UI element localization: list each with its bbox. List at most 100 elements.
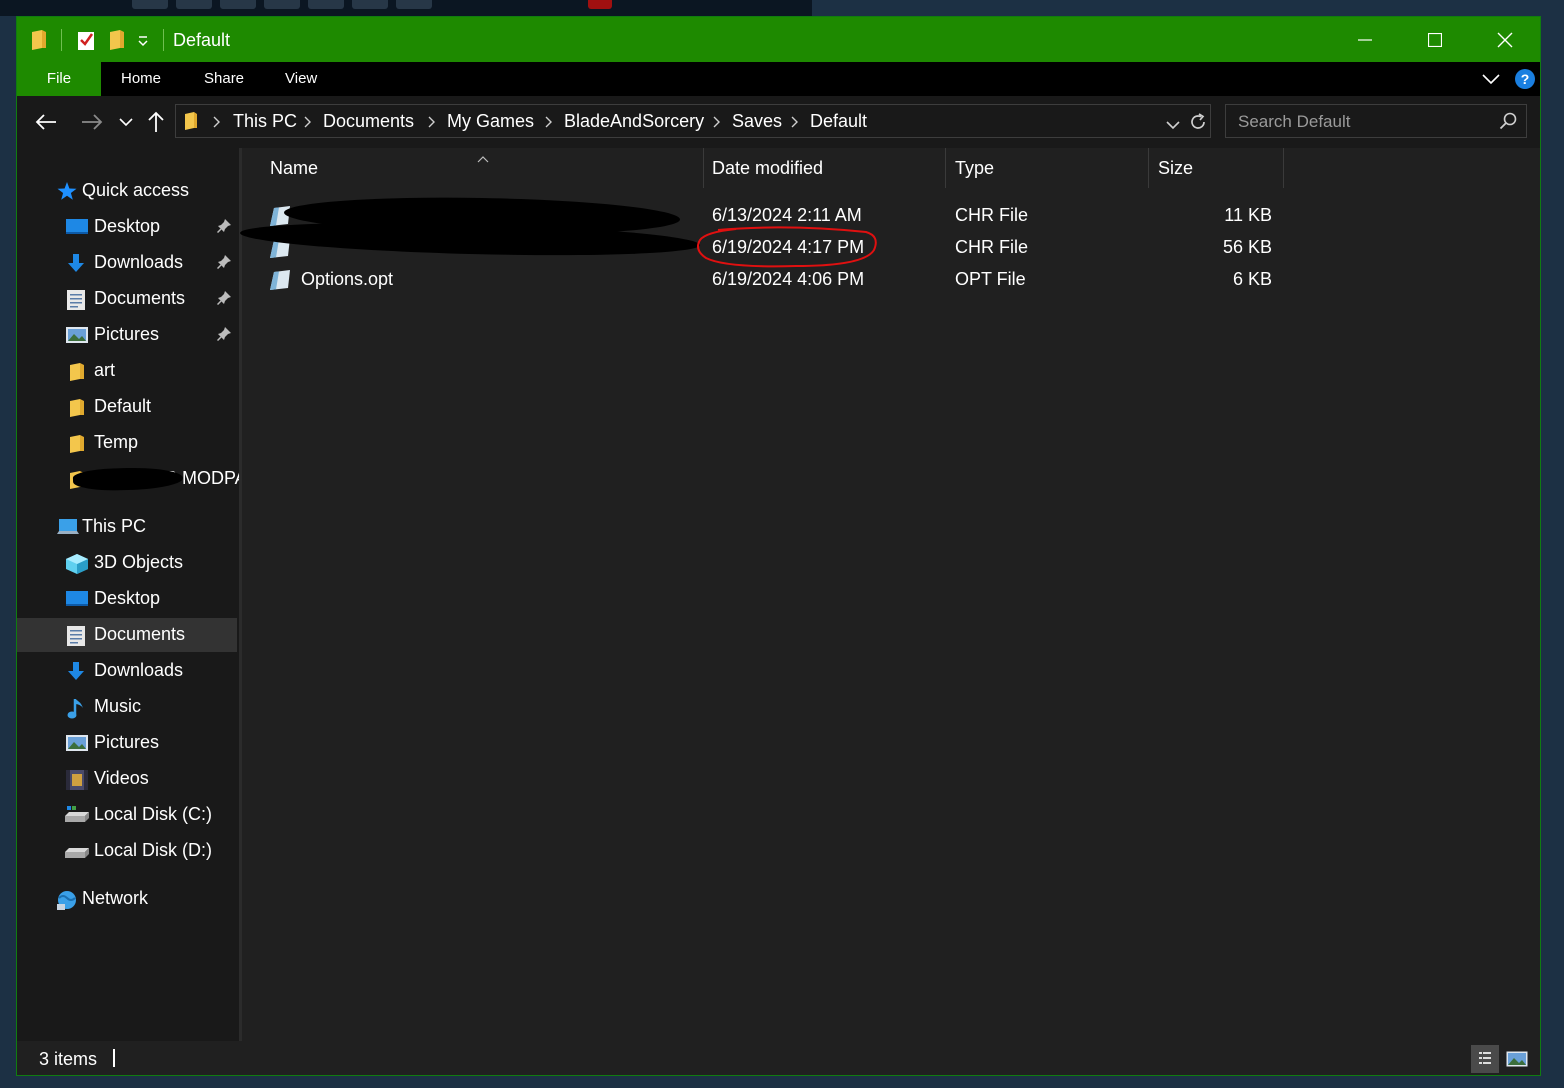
file-icon [270,270,292,295]
explorer-window: Default File Home Share View ? This PC D… [16,16,1541,1076]
window-title: Default [173,30,231,50]
nav-item-label: art [94,360,116,380]
breadcrumb-default[interactable]: Default [810,111,867,132]
navigation-pane: Quick access Desktop Downloads Documents… [17,148,247,1041]
column-divider[interactable] [1283,148,1284,188]
nav-qa-documents[interactable]: Documents [17,282,237,316]
file-row[interactable]: Options.opt 6/19/2024 4:06 PM OPT File 6… [242,264,1302,296]
search-input[interactable] [1236,110,1495,134]
address-bar[interactable]: This PC Documents My Games BladeAndSorce… [175,104,1211,138]
nav-qa-default[interactable]: Default [17,390,237,424]
title-bar: Default [17,17,1540,62]
nav-item-label: Documents [94,288,186,308]
details-view-button[interactable] [1471,1045,1499,1073]
file-size: 6 KB [1232,269,1272,289]
expand-ribbon-icon[interactable] [1481,72,1501,91]
drive-d-icon [65,842,89,860]
back-button[interactable] [30,106,62,138]
column-divider[interactable] [945,148,946,188]
search-icon[interactable] [1499,112,1517,135]
nav-item-label: Music [94,696,142,716]
3d-objects-icon [66,554,88,574]
nav-item-label: Default [94,396,152,416]
chevron-right-icon[interactable] [712,115,720,133]
nav-item-label: Local Disk (D:) [94,840,213,860]
network-icon [55,890,76,910]
nav-pc-pictures[interactable]: Pictures [17,726,237,760]
nav-pc-documents[interactable]: Documents [17,618,237,652]
file-date: 6/19/2024 4:06 PM [712,269,865,289]
refresh-icon[interactable] [1188,112,1208,137]
file-date: 6/13/2024 2:11 AM [712,205,862,225]
nav-item-label: Downloads [94,252,184,272]
nav-pc-local-disk-d[interactable]: Local Disk (D:) [17,834,237,868]
nav-this-pc-label: This PC [82,516,147,536]
tab-view[interactable]: View [285,62,317,96]
nav-network[interactable]: Network [17,882,237,916]
help-icon[interactable]: ? [1514,68,1536,95]
nav-this-pc[interactable]: This PC [17,510,237,544]
status-separator [113,1049,115,1067]
nav-qa-temp[interactable]: Temp [17,426,237,460]
breadcrumb-bladeandsorcery[interactable]: BladeAndSorcery [564,111,704,132]
nav-qa-redacted-folder[interactable]: S MODPA [17,462,247,496]
nav-pc-desktop[interactable]: Desktop [17,582,237,616]
column-divider[interactable] [1148,148,1149,188]
breadcrumb-documents[interactable]: Documents [323,111,414,132]
nav-pc-downloads[interactable]: Downloads [17,654,237,688]
nav-qa-pictures[interactable]: Pictures [17,318,237,352]
nav-qa-desktop[interactable]: Desktop [17,210,237,244]
nav-item-label: Pictures [94,324,160,344]
tab-share[interactable]: Share [204,62,244,96]
column-divider[interactable] [703,148,704,188]
new-folder-icon[interactable] [109,29,125,56]
star-icon [57,182,77,200]
downloads-icon [66,662,86,680]
chevron-right-icon[interactable] [427,115,435,133]
chevron-right-icon[interactable] [544,115,552,133]
documents-icon [67,626,87,646]
nav-pc-local-disk-c[interactable]: Local Disk (C:) [17,798,237,832]
pin-icon[interactable] [216,219,231,238]
maximize-button[interactable] [1400,17,1470,62]
breadcrumb-my-games[interactable]: My Games [447,111,534,132]
nav-qa-art[interactable]: art [17,354,237,388]
pin-icon[interactable] [216,255,231,274]
column-header-date-modified[interactable]: Date modified [712,158,823,179]
folder-icon [31,29,47,56]
up-button[interactable] [140,106,172,138]
nav-pc-3d-objects[interactable]: 3D Objects [17,546,237,580]
file-row[interactable]: 6/19/2024 4:17 PM CHR File 56 KB [239,217,1302,268]
minimize-button[interactable] [1330,17,1400,62]
chevron-right-icon[interactable] [212,115,220,133]
nav-pc-music[interactable]: Music [17,690,237,724]
downloads-icon [66,254,86,272]
address-row: This PC Documents My Games BladeAndSorce… [17,96,1540,148]
pin-icon[interactable] [216,327,231,346]
breadcrumb-this-pc[interactable]: This PC [233,111,297,132]
tab-home[interactable]: Home [121,62,161,96]
close-button[interactable] [1470,17,1540,62]
chevron-right-icon[interactable] [303,115,311,133]
background-app-toolbar [0,0,812,16]
nav-pc-videos[interactable]: Videos [17,762,237,796]
column-header-type[interactable]: Type [955,158,994,179]
svg-text:?: ? [1521,71,1530,87]
nav-qa-downloads[interactable]: Downloads [17,246,237,280]
drive-c-icon [65,806,89,824]
breadcrumb-saves[interactable]: Saves [732,111,782,132]
tab-file[interactable]: File [17,62,101,96]
nav-item-label: Desktop [94,588,161,608]
customize-toolbar-icon[interactable] [137,34,149,52]
pin-icon[interactable] [216,291,231,310]
column-header-size[interactable]: Size [1158,158,1193,179]
chevron-right-icon[interactable] [790,115,798,133]
column-header-name[interactable]: Name [270,158,318,179]
properties-icon[interactable] [77,29,95,56]
forward-button[interactable] [76,106,108,138]
recent-locations-button[interactable] [110,106,142,138]
large-icons-view-button[interactable] [1503,1045,1531,1073]
nav-item-label: Documents [94,624,186,644]
nav-quick-access[interactable]: Quick access [17,174,237,208]
address-dropdown-icon[interactable] [1166,117,1180,135]
